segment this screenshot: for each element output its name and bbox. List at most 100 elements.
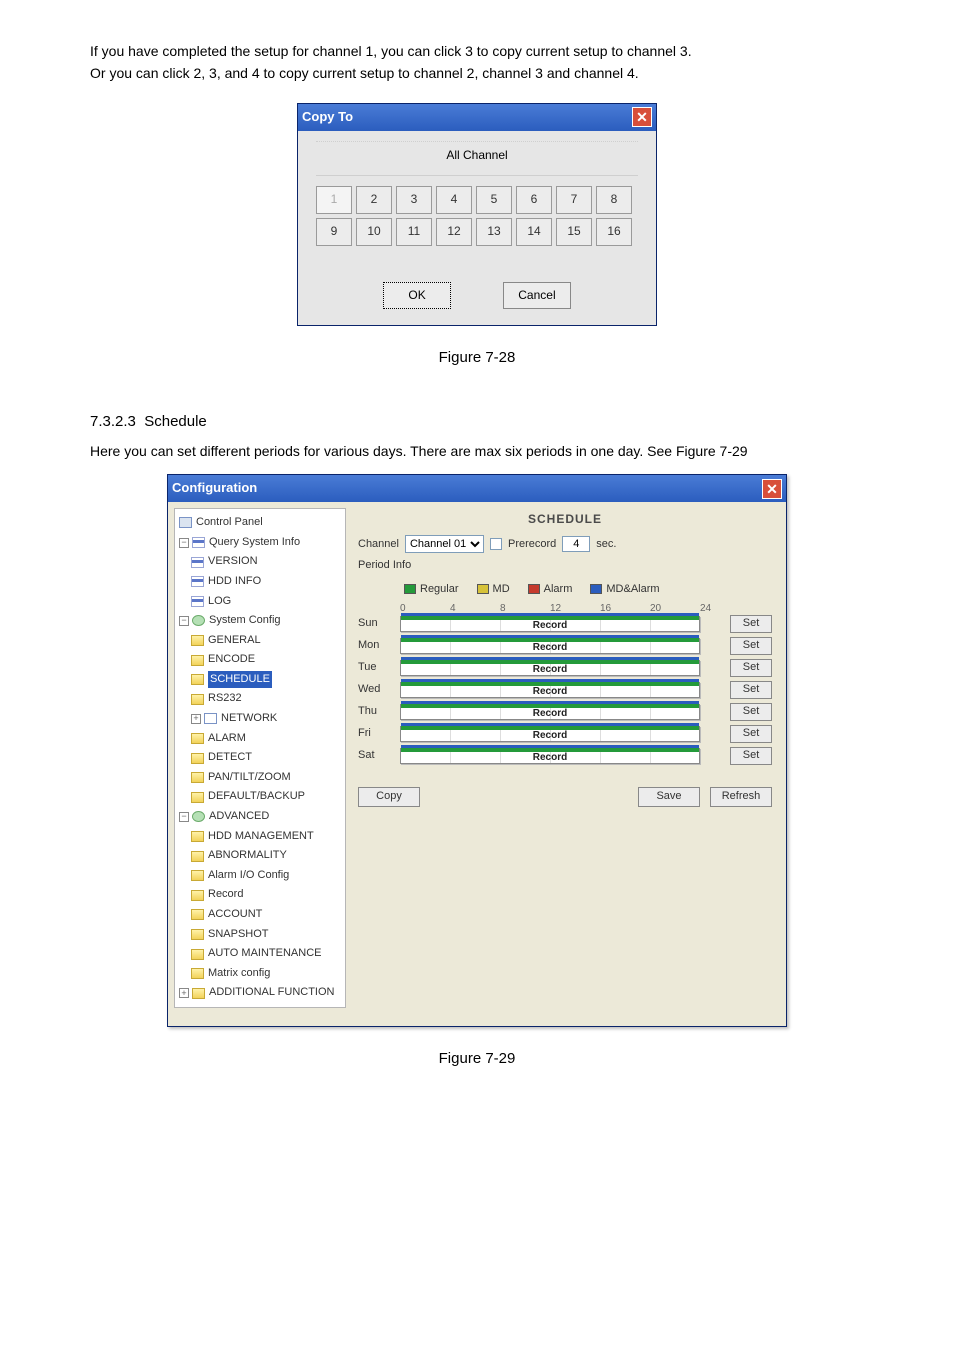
- channel-button-6[interactable]: 6: [516, 186, 552, 214]
- channel-button-15[interactable]: 15: [556, 218, 592, 246]
- channel-button-4[interactable]: 4: [436, 186, 472, 214]
- prerecord-input[interactable]: [562, 536, 590, 552]
- tree-detect[interactable]: DETECT: [177, 748, 343, 768]
- day-label: Sun: [358, 615, 392, 633]
- day-rows: SunRecordSetMonRecordSetTueRecordSetWedR…: [358, 615, 772, 765]
- channel-button-7[interactable]: 7: [556, 186, 592, 214]
- period-info-label: Period Info: [358, 557, 772, 575]
- channel-label: Channel: [358, 536, 399, 554]
- tree-matrix[interactable]: Matrix config: [177, 964, 343, 984]
- day-row-mon: Mon Record Set: [358, 637, 772, 655]
- day-bar[interactable]: Record: [400, 748, 700, 764]
- copy-to-titlebar: Copy To ✕: [298, 104, 656, 131]
- tree-rs232[interactable]: RS232: [177, 689, 343, 709]
- tree-snapshot[interactable]: SNAPSHOT: [177, 925, 343, 945]
- close-icon[interactable]: ✕: [632, 107, 652, 127]
- day-row-tue: Tue Record Set: [358, 659, 772, 677]
- day-bar[interactable]: Record: [400, 726, 700, 742]
- swatch-alarm: [528, 584, 540, 594]
- tree-advanced[interactable]: −ADVANCED: [177, 807, 343, 827]
- tree-default-backup[interactable]: DEFAULT/BACKUP: [177, 787, 343, 807]
- tree-alarm-io[interactable]: Alarm I/O Config: [177, 866, 343, 886]
- channel-button-11[interactable]: 11: [396, 218, 432, 246]
- set-button[interactable]: Set: [730, 615, 772, 633]
- tree-hdd-info[interactable]: HDD INFO: [177, 572, 343, 592]
- channel-button-14[interactable]: 14: [516, 218, 552, 246]
- channel-button-9[interactable]: 9: [316, 218, 352, 246]
- schedule-heading: SCHEDULE: [358, 510, 772, 529]
- set-button[interactable]: Set: [730, 659, 772, 677]
- set-button[interactable]: Set: [730, 703, 772, 721]
- day-bar[interactable]: Record: [400, 682, 700, 698]
- copy-to-dialog: Copy To ✕ All Channel 123456789101112131…: [297, 103, 657, 326]
- refresh-button[interactable]: Refresh: [710, 787, 772, 807]
- section-number: 7.3.2.3: [90, 413, 136, 430]
- tree-record[interactable]: Record: [177, 885, 343, 905]
- tree-auto-maint[interactable]: AUTO MAINTENANCE: [177, 944, 343, 964]
- tree-hdd-mgmt[interactable]: HDD MANAGEMENT: [177, 827, 343, 847]
- tick-24: 24: [700, 601, 711, 617]
- section-title: Schedule: [144, 413, 207, 430]
- day-row-fri: FriRecordSet: [358, 725, 772, 743]
- channel-select[interactable]: Channel 01: [405, 535, 484, 553]
- swatch-regular: [404, 584, 416, 594]
- tree-alarm[interactable]: ALARM: [177, 729, 343, 749]
- set-button[interactable]: Set: [730, 747, 772, 765]
- tree-schedule[interactable]: SCHEDULE: [177, 670, 343, 690]
- tree-version[interactable]: VERSION: [177, 552, 343, 572]
- day-label: Tue: [358, 659, 392, 677]
- channel-button-2[interactable]: 2: [356, 186, 392, 214]
- param-row: Channel Channel 01 Prerecord sec.: [358, 535, 772, 553]
- set-button[interactable]: Set: [730, 725, 772, 743]
- tree-system-config[interactable]: −System Config: [177, 611, 343, 631]
- copy-button[interactable]: Copy: [358, 787, 420, 807]
- tree-general[interactable]: GENERAL: [177, 631, 343, 651]
- day-label: Thu: [358, 703, 392, 721]
- day-bar[interactable]: Record: [400, 660, 700, 676]
- day-label: Sat: [358, 747, 392, 765]
- tree-account[interactable]: ACCOUNT: [177, 905, 343, 925]
- prerecord-checkbox[interactable]: [490, 538, 502, 550]
- channel-button-8[interactable]: 8: [596, 186, 632, 214]
- channel-button-3[interactable]: 3: [396, 186, 432, 214]
- section-heading: 7.3.2.3 Schedule: [90, 410, 864, 434]
- all-channel-button[interactable]: All Channel: [316, 141, 638, 176]
- configuration-titlebar: Configuration ✕: [168, 475, 786, 502]
- tree-network[interactable]: +NETWORK: [177, 709, 343, 729]
- tree-ptz[interactable]: PAN/TILT/ZOOM: [177, 768, 343, 788]
- channel-button-13[interactable]: 13: [476, 218, 512, 246]
- channel-button-12[interactable]: 12: [436, 218, 472, 246]
- channel-button-10[interactable]: 10: [356, 218, 392, 246]
- channel-button-1: 1: [316, 186, 352, 214]
- channel-button-5[interactable]: 5: [476, 186, 512, 214]
- day-bar[interactable]: Record: [400, 638, 700, 654]
- day-bar[interactable]: Record: [400, 704, 700, 720]
- tree-additional[interactable]: +ADDITIONAL FUNCTION: [177, 983, 343, 1003]
- prerecord-label: Prerecord: [508, 536, 556, 554]
- tree-query-system[interactable]: −Query System Info: [177, 533, 343, 553]
- figure-7-29-caption: Figure 7-29: [90, 1047, 864, 1071]
- tree-control-panel[interactable]: Control Panel: [177, 513, 343, 533]
- cancel-button[interactable]: Cancel: [503, 282, 571, 309]
- tree-abnormality[interactable]: ABNORMALITY: [177, 846, 343, 866]
- time-ticks: 04812162024: [404, 601, 704, 611]
- configuration-title: Configuration: [172, 478, 257, 499]
- config-tree: Control Panel −Query System Info VERSION…: [174, 508, 346, 1008]
- channel-button-16[interactable]: 16: [596, 218, 632, 246]
- tree-log[interactable]: LOG: [177, 592, 343, 612]
- set-button[interactable]: Set: [730, 681, 772, 699]
- day-label: Mon: [358, 637, 392, 655]
- channel-grid: 12345678910111213141516: [316, 186, 638, 246]
- set-button[interactable]: Set: [730, 637, 772, 655]
- intro-line1: If you have completed the setup for chan…: [90, 43, 692, 59]
- day-bar[interactable]: Record: [400, 616, 700, 632]
- tree-encode[interactable]: ENCODE: [177, 650, 343, 670]
- legend: Regular MD Alarm MD&Alarm: [404, 581, 772, 599]
- swatch-md: [477, 584, 489, 594]
- copy-to-title: Copy To: [302, 107, 353, 128]
- save-button[interactable]: Save: [638, 787, 700, 807]
- section-body: Here you can set different periods for v…: [90, 440, 864, 462]
- close-icon[interactable]: ✕: [762, 479, 782, 499]
- ok-button[interactable]: OK: [383, 282, 451, 309]
- figure-7-28-caption: Figure 7-28: [90, 346, 864, 370]
